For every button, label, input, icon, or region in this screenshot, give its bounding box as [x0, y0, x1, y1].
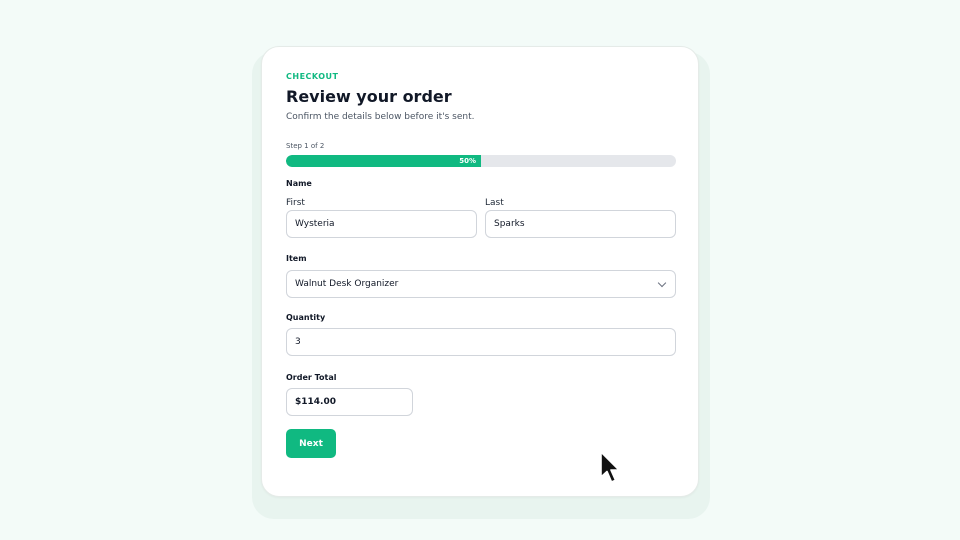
- page-subtitle: Confirm the details below before it's se…: [286, 112, 475, 122]
- step-indicator: Step 1 of 2: [286, 142, 325, 150]
- page-title: Review your order: [286, 87, 452, 106]
- last-name-label: Last: [485, 198, 504, 208]
- item-select-value: Walnut Desk Organizer: [295, 279, 399, 289]
- last-name-input[interactable]: [485, 210, 676, 238]
- checkout-card: CHECKOUT Review your order Confirm the d…: [261, 46, 699, 497]
- chevron-down-icon: [657, 278, 667, 287]
- progress-bar: 50%: [286, 155, 676, 167]
- mouse-pointer-icon: [600, 451, 620, 483]
- item-select[interactable]: Walnut Desk Organizer: [286, 270, 676, 298]
- quantity-label: Quantity: [286, 313, 326, 322]
- name-section-label: Name: [286, 179, 312, 188]
- next-button[interactable]: Next: [286, 429, 336, 458]
- first-name-label: First: [286, 198, 305, 208]
- quantity-input[interactable]: [286, 328, 676, 356]
- eyebrow-label: CHECKOUT: [286, 72, 339, 81]
- first-name-input[interactable]: [286, 210, 477, 238]
- progress-percent: 50%: [459, 157, 476, 165]
- order-total-field: [286, 388, 413, 416]
- item-label: Item: [286, 254, 307, 263]
- order-total-label: Order Total: [286, 373, 337, 382]
- page: CHECKOUT Review your order Confirm the d…: [0, 0, 960, 540]
- progress-fill: 50%: [286, 155, 481, 167]
